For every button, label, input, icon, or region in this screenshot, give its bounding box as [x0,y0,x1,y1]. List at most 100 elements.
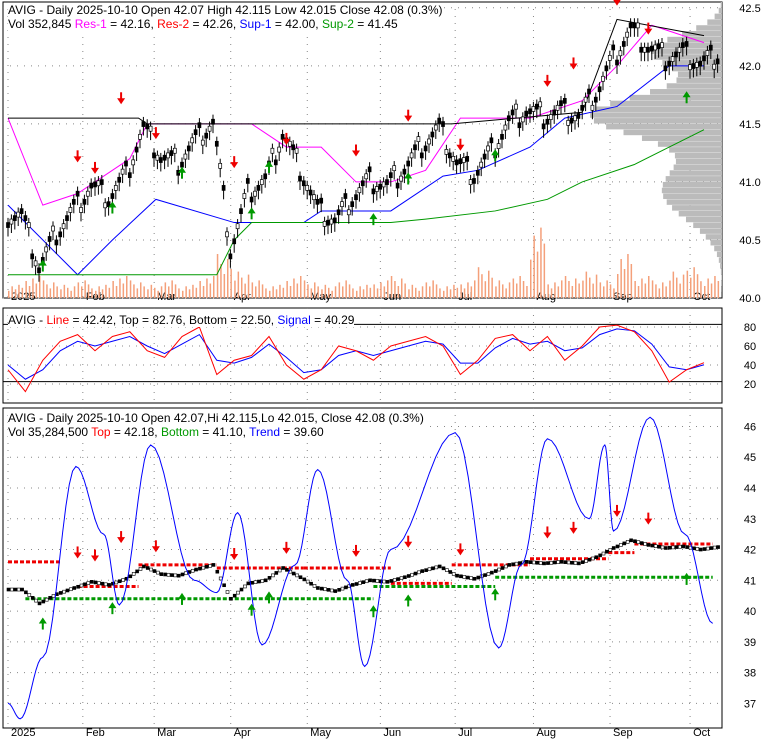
volume-bar [300,276,302,298]
price-dot [89,580,94,584]
volume-profile-bar [707,19,722,25]
volume-bar [42,280,45,298]
price-dot [678,544,682,549]
volume-bar [453,284,455,298]
price-candle [190,137,195,144]
price-dot [97,581,101,585]
price-dot [208,564,212,568]
volume-bar [216,254,219,298]
volume-bar [95,290,97,298]
volume-bar [115,286,118,298]
price-candle [611,44,616,51]
volume-bar [425,282,428,298]
price-candle [399,175,403,182]
volume-bar [174,284,177,298]
y-tick-label: 40.5 [739,235,760,247]
price-candle [47,236,52,242]
volume-profile-bar [673,164,722,171]
price-candle [552,109,557,116]
volume-profile-bar [678,210,722,217]
price-candle [475,169,480,176]
price-dot [692,546,696,551]
price-candle [680,42,685,48]
volume-bar [362,289,365,298]
price-dot [166,572,171,577]
price-candle [500,133,504,140]
price-dot [354,582,359,586]
sell-arrow-head [91,555,99,562]
price-dot [639,541,644,545]
volume-bar [512,278,515,298]
volume-bar [136,288,139,298]
volume-bar [63,284,66,298]
volume-bar [98,286,100,298]
volume-bar [481,274,483,298]
price-candle [259,179,264,185]
price-candle [113,185,118,191]
price-candle [19,208,24,214]
price-candle [489,137,494,144]
price-candle [214,140,219,147]
price-candle [54,239,59,246]
price-dot [263,578,268,583]
sell-arrow-head [569,527,578,534]
volume-bar [56,286,58,298]
volume-bar [589,277,591,298]
price-candle [479,161,484,168]
x-tick-label: 2025 [11,727,35,739]
x-tick-label: Aug [536,727,556,739]
price-dot [156,570,160,575]
price-candle [218,162,223,169]
panel3-legend: AVIG - Daily 2025-10-10 Open 42.07,Hi 42… [8,411,424,439]
price-candle [127,172,132,178]
price-candle [85,190,90,197]
y-tick-label: 42.0 [739,61,760,73]
volume-bar [606,280,608,298]
price-dot [472,576,477,581]
price-candle [451,156,456,162]
price-dot [16,587,21,592]
price-candle [23,215,28,221]
volume-bar [641,278,643,298]
price-candle [576,113,581,119]
volume-bar [543,243,546,298]
volume-bar [279,284,281,298]
price-dot [62,589,66,594]
volume-bar [679,283,681,298]
price-dot [323,587,327,592]
x-tick-label: Jun [383,727,401,739]
price-candle [131,159,136,166]
volume-profile-bar [693,222,722,229]
price-dot [469,576,473,580]
price-candle [51,225,55,232]
price-candle [649,45,654,52]
price-dot [556,560,560,564]
price-candle [322,221,327,227]
y-tick-label: 40 [744,360,756,372]
price-candle [117,176,122,183]
price-candle [273,159,278,166]
sell-arrow-head [543,532,552,539]
price-dot [173,573,178,578]
price-candle [71,198,76,205]
buy-arrow-head [247,207,256,214]
volume-bar [182,290,184,298]
price-dot [337,588,341,592]
volume-bar [81,286,83,298]
price-dot [542,561,546,566]
price-dot [528,560,533,564]
volume-bar [700,281,702,298]
price-candle [674,51,678,58]
price-candle [305,185,310,191]
price-dot [364,579,369,584]
price-candle [388,172,393,178]
price-candle [242,193,247,199]
volume-bar [307,284,309,298]
volume-profile-bar [685,216,722,223]
price-dot [257,579,261,584]
panel3-volume: Vol 35,284,500 [8,425,92,439]
volume-bar [502,284,504,298]
price-dot [163,572,167,577]
price-candle [653,44,658,51]
buy-arrow-head [491,149,500,156]
